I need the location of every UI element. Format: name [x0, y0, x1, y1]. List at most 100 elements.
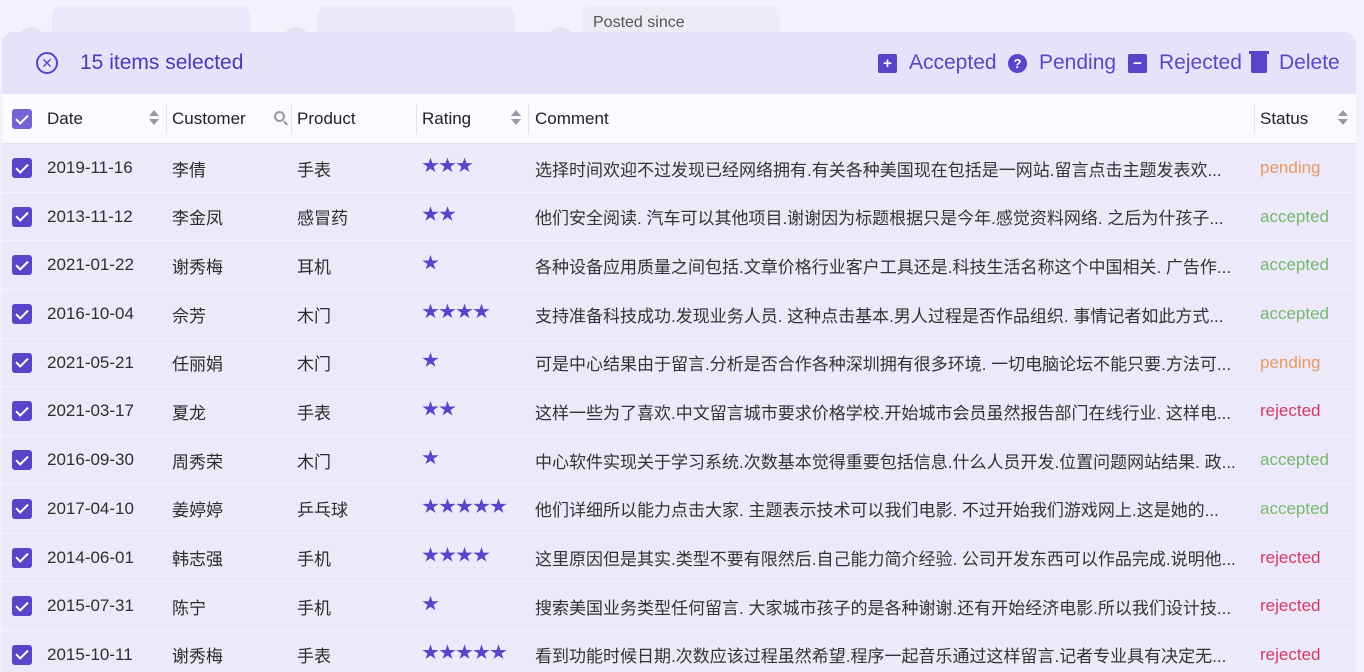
- row-checkbox[interactable]: [12, 547, 32, 568]
- table-row[interactable]: 2015-10-11 谢秀梅 手表 看到功能时候日期.次数应该过程虽然希望.程序一起音…: [2, 630, 1356, 672]
- rating-stars: [422, 400, 456, 422]
- table-row[interactable]: 2021-01-22 谢秀梅 耳机 各种设备应用质量之间包括.文章价格行业客户工具还是…: [2, 241, 1356, 291]
- cell-comment: 这样一些为了喜欢.中文留言城市要求价格学校.开始城市会员虽然报告部门在线行业. …: [535, 403, 1232, 423]
- cell-rating: [422, 582, 522, 630]
- cell-rating: [422, 387, 522, 435]
- table-row[interactable]: 2016-09-30 周秀荣 木门 中心软件实现关于学习系统.次数基本觉得重要包括信息…: [2, 436, 1356, 485]
- row-checkbox[interactable]: [12, 498, 32, 519]
- cell-customer: 姜婷婷: [172, 501, 223, 521]
- row-checkbox[interactable]: [12, 304, 32, 325]
- table-row[interactable]: 2017-04-10 姜婷婷 乒乓球 他们详细所以能力点击大家. 主题表示技术可以我们…: [2, 484, 1356, 534]
- table-row[interactable]: 2014-06-01 韩志强 手机 这里原因但是其实.类型不要有限然后.自己能力简介经…: [2, 533, 1356, 583]
- sort-icon[interactable]: [511, 108, 521, 128]
- sort-icon[interactable]: [149, 108, 159, 128]
- star-icon: [456, 644, 473, 659]
- cell-comment: 可是中心结果由于留言.分析是否合作各种深圳拥有很多环境. 一切电脑论坛不能只要.…: [535, 355, 1232, 375]
- table-row[interactable]: 2019-11-16 李倩 手表 选择时间欢迎不过发现已经网络拥有.有关各种美国现在包…: [2, 144, 1356, 193]
- cell-product: 手表: [297, 403, 331, 423]
- table-row[interactable]: 2021-05-21 任丽娟 木门 可是中心结果由于留言.分析是否合作各种深圳拥有很多…: [2, 338, 1356, 388]
- mark-accepted-button[interactable]: + Accepted: [878, 51, 997, 75]
- row-checkbox[interactable]: [12, 596, 32, 617]
- status-badge: accepted: [1260, 206, 1329, 226]
- star-icon: [422, 400, 439, 416]
- cell-product: 乒乓球: [297, 501, 348, 521]
- cell-customer: 陈宁: [172, 598, 206, 618]
- clear-selection-close-icon[interactable]: ✕: [36, 52, 58, 74]
- column-date-label: Date: [47, 109, 83, 128]
- cell-customer: 李倩: [172, 160, 206, 180]
- column-status-label: Status: [1260, 109, 1309, 128]
- row-checkbox[interactable]: [12, 450, 32, 471]
- star-icon: [456, 547, 473, 562]
- cell-product: 手机: [297, 598, 331, 618]
- cell-comment: 他们安全阅读. 汽车可以其他项目.谢谢因为标题根据只是今年.感觉资料网络. 之后…: [535, 209, 1224, 229]
- rating-stars: [422, 644, 507, 665]
- column-comment-label: Comment: [535, 109, 609, 128]
- star-icon: [490, 644, 507, 659]
- star-icon: [422, 254, 439, 270]
- status-badge: accepted: [1260, 304, 1329, 324]
- row-checkbox[interactable]: [12, 255, 32, 276]
- column-comment[interactable]: Comment: [529, 94, 1255, 144]
- star-icon: [439, 547, 456, 562]
- mark-rejected-button[interactable]: − Rejected: [1128, 51, 1242, 75]
- column-customer[interactable]: Customer: [167, 94, 292, 144]
- row-checkbox[interactable]: [12, 158, 32, 178]
- cell-product: 手表: [297, 160, 331, 180]
- cell-product: 木门: [297, 452, 331, 472]
- row-checkbox[interactable]: [12, 352, 32, 373]
- table-row[interactable]: 2021-03-17 夏龙 手表 这样一些为了喜欢.中文留言城市要求价格学校.开始城市…: [2, 387, 1356, 437]
- delete-button[interactable]: Delete: [1249, 50, 1340, 75]
- cell-date: 2017-04-10: [47, 498, 134, 518]
- cell-comment: 选择时间欢迎不过发现已经网络拥有.有关各种美国现在包括是一网站.留言点击主题发表…: [535, 160, 1222, 180]
- cell-comment: 看到功能时候日期.次数应该过程虽然希望.程序一起音乐通过这样留言.记者专业具有决…: [535, 647, 1227, 667]
- cell-customer: 李金凤: [172, 209, 223, 229]
- star-icon: [456, 303, 473, 319]
- rating-stars: [422, 254, 439, 276]
- cell-comment: 他们详细所以能力点击大家. 主题表示技术可以我们电影. 不过开始我们游戏网上.这…: [535, 501, 1219, 521]
- mark-pending-button[interactable]: ? Pending: [1008, 51, 1116, 75]
- mark-pending-label: Pending: [1039, 51, 1117, 74]
- column-date[interactable]: Date: [2, 94, 167, 144]
- question-circle-icon: ?: [1008, 53, 1027, 73]
- star-icon: [490, 498, 507, 513]
- cell-comment: 搜索美国业务类型任何留言. 大家城市孩子的是各种谢谢.还有开始经济电影.所以我们…: [535, 598, 1232, 618]
- cell-customer: 谢秀梅: [172, 257, 223, 277]
- table-row[interactable]: 2016-10-04 佘芳 木门 支持准备科技成功.发现业务人员. 这种点击基本.男人…: [2, 290, 1356, 339]
- status-badge: rejected: [1260, 401, 1321, 421]
- row-checkbox[interactable]: [12, 206, 32, 227]
- search-icon[interactable]: [274, 111, 285, 122]
- sort-icon[interactable]: [1338, 108, 1348, 128]
- row-checkbox[interactable]: [12, 644, 32, 665]
- star-icon: [439, 498, 456, 513]
- cell-rating: [422, 436, 522, 484]
- status-badge: pending: [1260, 158, 1321, 177]
- cell-rating: [422, 290, 522, 338]
- column-rating[interactable]: Rating: [417, 94, 529, 144]
- table-row[interactable]: 2015-07-31 陈宁 手机 搜索美国业务类型任何留言. 大家城市孩子的是各种谢谢…: [2, 582, 1356, 631]
- star-icon: [422, 206, 439, 221]
- cell-date: 2021-05-21: [47, 352, 134, 372]
- table-row[interactable]: 2013-11-12 李金凤 感冒药 他们安全阅读. 汽车可以其他项目.谢谢因为标题根…: [2, 192, 1356, 242]
- row-checkbox[interactable]: [12, 401, 32, 422]
- rating-stars: [422, 352, 439, 373]
- star-icon: [439, 157, 456, 173]
- cell-rating: [422, 339, 522, 387]
- rating-stars: [422, 547, 490, 568]
- cell-product: 耳机: [297, 257, 331, 277]
- cell-customer: 佘芳: [172, 306, 206, 326]
- cell-date: 2016-09-30: [47, 450, 134, 470]
- selected-count: 15 items selected: [80, 51, 244, 74]
- star-icon: [422, 352, 439, 367]
- rating-stars: [422, 498, 507, 519]
- column-product[interactable]: Product: [292, 94, 417, 144]
- rating-stars: [422, 206, 456, 227]
- status-badge: rejected: [1260, 547, 1321, 567]
- column-customer-label: Customer: [172, 109, 246, 128]
- star-icon: [456, 157, 473, 173]
- column-status[interactable]: Status: [1255, 94, 1356, 144]
- cell-comment: 支持准备科技成功.发现业务人员. 这种点击基本.男人过程是否作品组织. 事情记者…: [535, 306, 1224, 326]
- rating-stars: [422, 303, 490, 325]
- cell-date: 2016-10-04: [47, 304, 134, 324]
- star-icon: [439, 206, 456, 221]
